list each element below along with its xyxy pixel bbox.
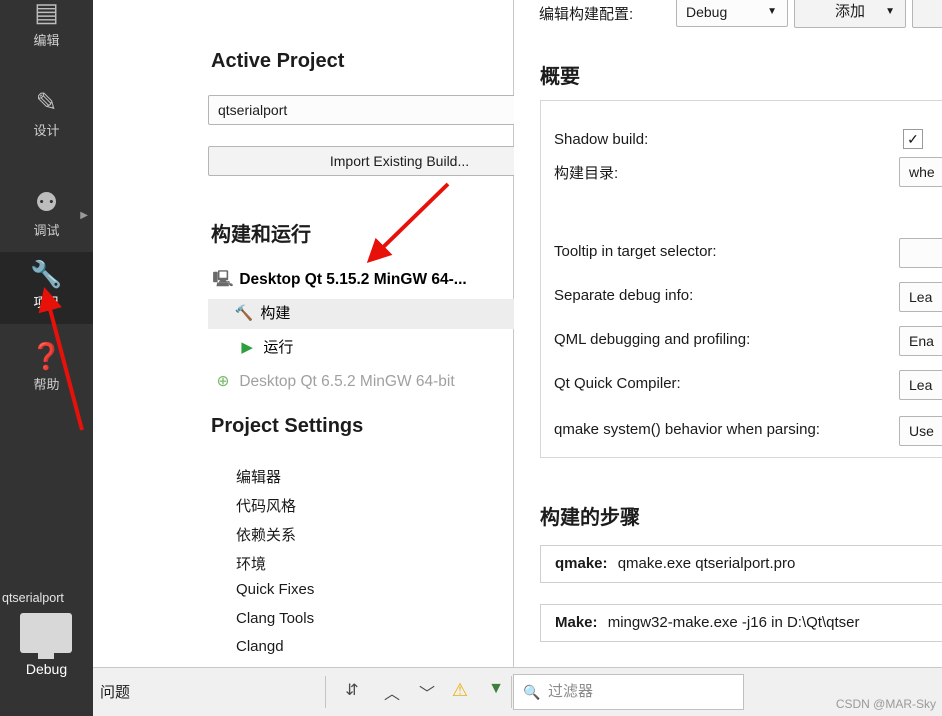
add-kit-icon: ⊕: [216, 373, 230, 390]
build-hammer-icon: 🔨: [234, 305, 254, 323]
kit-row-desktop-qt-652[interactable]: ⊕ Desktop Qt 6.5.2 MinGW 64-bit: [211, 367, 455, 397]
chevron-down-icon: ▼: [767, 6, 777, 17]
build-directory-input[interactable]: whe: [899, 157, 942, 187]
tooltip-target-selector-input[interactable]: [899, 238, 942, 268]
run-target-kit-name: qtserialport: [2, 591, 64, 605]
summary-label-qmake-system-behavior: qmake system() behavior when parsing:: [554, 421, 820, 438]
rail-item-projects[interactable]: 🔧 项目: [0, 252, 93, 324]
desktop-monitor-icon: [20, 613, 72, 659]
separate-debug-info-combo[interactable]: Lea: [899, 282, 942, 312]
settings-item-dependencies[interactable]: 依赖关系: [236, 524, 296, 545]
help-icon: ❓: [30, 341, 63, 371]
build-steps-title: 构建的步骤: [540, 507, 640, 529]
warning-icon[interactable]: ⚠: [449, 680, 471, 701]
projects-right-pane: 编辑构建配置: Debug ▼ 添加 ▼ 概要 Shadow build: ✓ …: [514, 0, 942, 668]
separate-debug-info-value: Lea: [909, 289, 933, 305]
kit-child-label-build: 构建: [260, 305, 291, 322]
summary-label-qt-quick-compiler: Qt Quick Compiler:: [554, 375, 681, 392]
kit-label-1: Desktop Qt 6.5.2 MinGW 64-bit: [239, 373, 455, 391]
kit-row-desktop-qt-5152[interactable]: 🖳 Desktop Qt 5.15.2 MinGW 64-...: [211, 265, 467, 295]
qml-debugging-value: Ena: [909, 333, 934, 349]
qmake-system-behavior-combo[interactable]: Use: [899, 416, 942, 446]
summary-label-shadow-build: Shadow build:: [554, 131, 649, 148]
chevron-down-icon: ▼: [885, 6, 895, 17]
build-step-qmake-name: qmake:: [555, 555, 608, 572]
watermark: CSDN @MAR-Sky: [835, 697, 936, 711]
rail-item-label-design: 设计: [33, 123, 60, 138]
issues-tab[interactable]: 问题: [100, 681, 130, 702]
summary-label-build-directory: 构建目录:: [554, 165, 619, 182]
build-directory-value: whe: [909, 164, 935, 180]
kit-label-0: Desktop Qt 5.15.2 MinGW 64-...: [239, 271, 467, 289]
kit-child-label-run: 运行: [263, 339, 294, 356]
filter-placeholder: 过滤器: [548, 683, 594, 700]
wrench-icon: 🔧: [30, 259, 63, 289]
settings-item-clangd[interactable]: Clangd: [236, 638, 284, 655]
rail-item-design[interactable]: ✎ 设计: [0, 80, 93, 152]
bug-icon: ⚉: [34, 187, 59, 217]
toolbar-divider-2: [511, 676, 512, 708]
summary-group-box: [540, 100, 942, 458]
rail-item-label-edit: 编辑: [33, 33, 60, 48]
add-build-config-button[interactable]: 添加 ▼: [794, 0, 906, 28]
mode-selector-rail: ▤ 编辑 ✎ 设计 ⚉ 调试 ▶ 🔧 项目 ❓ 帮助 qtserialport …: [0, 0, 93, 716]
filter-input[interactable]: 🔍 过滤器: [513, 674, 744, 710]
run-target-selector[interactable]: qtserialport Debug: [0, 591, 93, 716]
run-play-icon: ▶: [241, 339, 253, 357]
add-button-label: 添加: [834, 3, 865, 20]
qmake-system-behavior-value: Use: [909, 423, 934, 439]
build-step-qmake[interactable]: qmake: qmake.exe qtserialport.pro: [540, 545, 942, 583]
rail-item-help[interactable]: ❓ 帮助: [0, 334, 93, 406]
pencil-icon: ✎: [35, 87, 58, 117]
build-config-combo[interactable]: Debug ▼: [676, 0, 788, 27]
import-existing-build-label: Import Existing Build...: [329, 153, 470, 169]
bottom-output-bar: 问题 ⇵ ︿ ﹀ ⚠ ▼ 🔍 过滤器 CSDN @MAR-Sky: [93, 667, 942, 716]
rail-item-edit[interactable]: ▤ 编辑: [0, 0, 93, 62]
rail-item-label-debug: 调试: [33, 223, 60, 238]
sort-icon[interactable]: ⇵: [341, 680, 363, 700]
active-project-title: Active Project: [211, 50, 345, 72]
chevron-down-icon[interactable]: ﹀: [416, 680, 438, 704]
summary-title: 概要: [540, 66, 580, 88]
shadow-build-checkbox[interactable]: ✓: [903, 129, 923, 149]
settings-item-environment[interactable]: 环境: [236, 553, 266, 574]
build-and-run-title: 构建和运行: [211, 224, 311, 246]
projects-left-pane: Active Project qtserialport ▼ Import Exi…: [93, 0, 591, 668]
build-step-make[interactable]: Make: mingw32-make.exe -j16 in D:\Qt\qts…: [540, 604, 942, 642]
rail-item-label-help: 帮助: [33, 377, 60, 392]
settings-item-quick-fixes[interactable]: Quick Fixes: [236, 581, 314, 598]
project-settings-title: Project Settings: [211, 415, 364, 437]
settings-item-editor[interactable]: 编辑器: [236, 466, 281, 487]
run-target-mode: Debug: [25, 661, 68, 677]
filter-icon[interactable]: ▼: [485, 680, 507, 698]
kit-child-run[interactable]: ▶ 运行: [211, 333, 293, 363]
build-step-qmake-detail: qmake.exe qtserialport.pro: [617, 555, 796, 572]
desktop-icon: 🖳: [212, 271, 234, 288]
shadow-build-checkbox-value: ✓: [907, 131, 919, 147]
settings-item-clang-tools[interactable]: Clang Tools: [236, 610, 314, 627]
qml-debugging-combo[interactable]: Ena: [899, 326, 942, 356]
clone-build-config-button[interactable]: [912, 0, 942, 28]
build-step-make-detail: mingw32-make.exe -j16 in D:\Qt\qtser: [607, 614, 860, 631]
chevron-right-icon: ▶: [80, 210, 88, 221]
qt-quick-compiler-combo[interactable]: Lea: [899, 370, 942, 400]
build-step-make-name: Make:: [555, 614, 598, 631]
qt-quick-compiler-value: Lea: [909, 377, 933, 393]
summary-label-tooltip-target-selector: Tooltip in target selector:: [554, 243, 717, 260]
rail-item-label-projects: 项目: [33, 295, 60, 310]
toolbar-divider: [325, 676, 326, 708]
chevron-up-icon[interactable]: ︿: [381, 680, 403, 704]
rail-item-debug[interactable]: ⚉ 调试 ▶: [0, 180, 93, 252]
build-config-value: Debug: [686, 4, 728, 20]
settings-item-code-style[interactable]: 代码风格: [236, 495, 296, 516]
active-project-value: qtserialport: [218, 102, 288, 118]
summary-label-separate-debug-info: Separate debug info:: [554, 287, 694, 304]
document-icon: ▤: [34, 0, 59, 27]
summary-label-qml-debugging: QML debugging and profiling:: [554, 331, 751, 348]
search-icon: 🔍: [523, 684, 541, 700]
edit-build-config-label: 编辑构建配置:: [539, 6, 634, 23]
